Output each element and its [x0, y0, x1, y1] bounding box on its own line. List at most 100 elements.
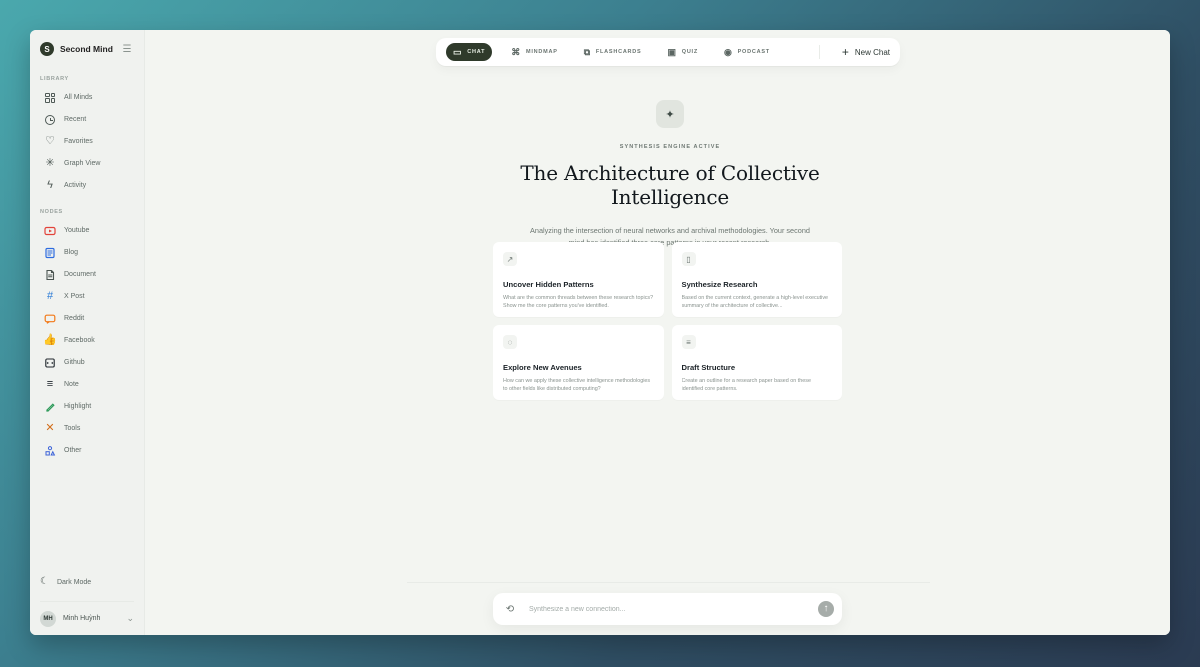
sidebar-item-label: Activity [64, 182, 87, 189]
chevron-down-icon: ⌄ [126, 613, 134, 623]
sidebar-node-document[interactable]: Document [40, 267, 134, 282]
composer-divider [407, 582, 930, 583]
sidebar-node-youtube[interactable]: Youtube [40, 223, 134, 238]
github-icon [44, 357, 56, 369]
shapes-icon [44, 445, 56, 457]
compass-icon: ◌ [503, 335, 517, 349]
graph-icon: ✳ [45, 157, 55, 169]
blog-icon [44, 247, 56, 259]
sparkles-icon: ✦ [656, 100, 684, 128]
tab-label: MINDMAP [526, 49, 558, 55]
top-navigation: ▭ CHAT ⌘ MINDMAP ⧉ FLASHCARDS ▣ QUIZ ◉ P… [436, 38, 900, 66]
card-title: Explore New Avenues [503, 363, 582, 372]
page-title: The Architecture of Collective Intellige… [520, 161, 820, 209]
sidebar-node-label: Note [64, 381, 79, 388]
tab-label: PODCAST [737, 49, 770, 55]
sidebar-node-note[interactable]: ≡ Note [40, 377, 134, 392]
card-title: Uncover Hidden Patterns [503, 280, 594, 289]
sidebar-item-all-minds[interactable]: All Minds [40, 90, 134, 105]
sidebar-node-label: Youtube [64, 227, 90, 234]
sidebar: S Second Mind ☰ LIBRARY All Minds Recent… [30, 30, 145, 635]
podcast-icon: ◉ [723, 46, 733, 57]
tab-label: CHAT [467, 49, 486, 55]
card-description: Based on the current context, generate a… [681, 295, 829, 309]
sidebar-item-recent[interactable]: Recent [40, 112, 134, 127]
avatar: MH [40, 610, 56, 627]
sidebar-node-label: Blog [64, 249, 79, 256]
card-title: Draft Structure [681, 363, 736, 372]
mindmap-icon: ⌘ [511, 46, 522, 57]
highlighter-icon [44, 401, 56, 413]
sidebar-node-label: Github [64, 359, 85, 366]
suggestion-card[interactable]: ◌ Explore New Avenues How can we apply t… [493, 325, 664, 400]
heart-icon: ♡ [45, 135, 55, 147]
main-panel: ▭ CHAT ⌘ MINDMAP ⧉ FLASHCARDS ▣ QUIZ ◉ P… [145, 30, 1170, 635]
brand-name: Second Mind [60, 44, 113, 54]
card-description: How can we apply these collective intell… [503, 378, 651, 392]
new-chat-button[interactable]: + New Chat [842, 46, 890, 58]
card-description: Create an outline for a research paper b… [681, 378, 811, 392]
thumbs-up-icon: 👍 [43, 334, 57, 346]
sidebar-node-tools[interactable]: ✕ Tools [40, 421, 134, 436]
list-edit-icon: ≡ [681, 335, 696, 349]
topbar-divider [818, 45, 820, 59]
sidebar-node-x-post[interactable]: # X Post [40, 289, 134, 304]
suggestion-card[interactable]: ≡ Draft Structure Create an outline for … [671, 325, 842, 400]
arrow-up-icon: ↑ [823, 603, 829, 614]
message-composer: ⟲ ↑ [493, 593, 842, 625]
sidebar-node-label: X Post [64, 293, 85, 300]
dark-mode-label: Dark Mode [56, 578, 92, 586]
profile-menu[interactable]: MH Minh Huỳnh ⌄ [40, 601, 134, 627]
chat-icon: ▭ [453, 46, 463, 57]
tab-mindmap[interactable]: ⌘ MINDMAP [504, 43, 564, 61]
trend-icon: ↗ [503, 252, 517, 266]
sidebar-collapse-button[interactable]: ☰ [120, 42, 134, 56]
hashtag-icon: # [46, 290, 54, 302]
sidebar-node-label: Document [64, 271, 96, 278]
suggestion-card[interactable]: ↗ Uncover Hidden Patterns What are the c… [493, 242, 664, 317]
flashcards-icon: ⧉ [583, 46, 591, 57]
sidebar-item-label: Favorites [64, 138, 93, 145]
sidebar-item-graph-view[interactable]: ✳ Graph View [40, 156, 134, 171]
sidebar-item-label: Graph View [64, 160, 101, 167]
sidebar-node-label: Tools [64, 425, 81, 432]
sidebar-node-github[interactable]: Github [40, 355, 134, 370]
history-icon[interactable]: ⟲ [503, 602, 517, 616]
dark-mode-toggle[interactable]: ☾ Dark Mode [40, 575, 134, 589]
quiz-icon: ▣ [667, 46, 677, 57]
tab-chat[interactable]: ▭ CHAT [446, 43, 493, 61]
sidebar-item-favorites[interactable]: ♡ Favorites [40, 134, 134, 149]
youtube-icon [44, 225, 56, 237]
sidebar-item-label: All Minds [64, 94, 93, 101]
sidebar-node-other[interactable]: Other [40, 443, 134, 458]
tab-flashcards[interactable]: ⧉ FLASHCARDS [577, 43, 649, 61]
suggestion-card[interactable]: ▯ Synthesize Research Based on the curre… [671, 242, 842, 317]
sidebar-node-label: Highlight [64, 403, 92, 410]
history-icon [44, 114, 56, 126]
sidebar-collapse-icon: ☰ [122, 43, 132, 55]
moon-icon: ☾ [40, 576, 49, 587]
tab-podcast[interactable]: ◉ PODCAST [717, 43, 777, 61]
sidebar-node-label: Reddit [64, 315, 85, 322]
suggestion-cards: ↗ Uncover Hidden Patterns What are the c… [493, 242, 842, 400]
sidebar-node-highlight[interactable]: Highlight [40, 399, 134, 414]
sidebar-node-facebook[interactable]: 👍 Facebook [40, 333, 134, 348]
brand-logo: S [40, 42, 54, 56]
sidebar-item-label: Recent [64, 116, 87, 123]
send-button[interactable]: ↑ [818, 601, 834, 617]
bolt-icon: ϟ [47, 179, 53, 191]
sidebar-node-reddit[interactable]: Reddit [40, 311, 134, 326]
sidebar-item-activity[interactable]: ϟ Activity [40, 178, 134, 193]
tab-label: FLASHCARDS [595, 49, 642, 55]
profile-name: Minh Huỳnh [63, 615, 101, 622]
tab-quiz[interactable]: ▣ QUIZ [660, 43, 705, 61]
card-title: Synthesize Research [681, 280, 758, 289]
sidebar-node-blog[interactable]: Blog [40, 245, 134, 260]
mode-tabs: ▭ CHAT ⌘ MINDMAP ⧉ FLASHCARDS ▣ QUIZ ◉ P… [446, 43, 777, 61]
document-icon: ▯ [681, 252, 696, 266]
hero: ✦ SYNTHESIS ENGINE ACTIVE The Architectu… [475, 100, 865, 249]
sidebar-node-label: Facebook [64, 337, 95, 344]
message-input[interactable] [527, 604, 818, 614]
reddit-icon [44, 313, 56, 325]
library-nav: All Minds Recent ♡ Favorites ✳ Graph Vie… [40, 90, 134, 193]
